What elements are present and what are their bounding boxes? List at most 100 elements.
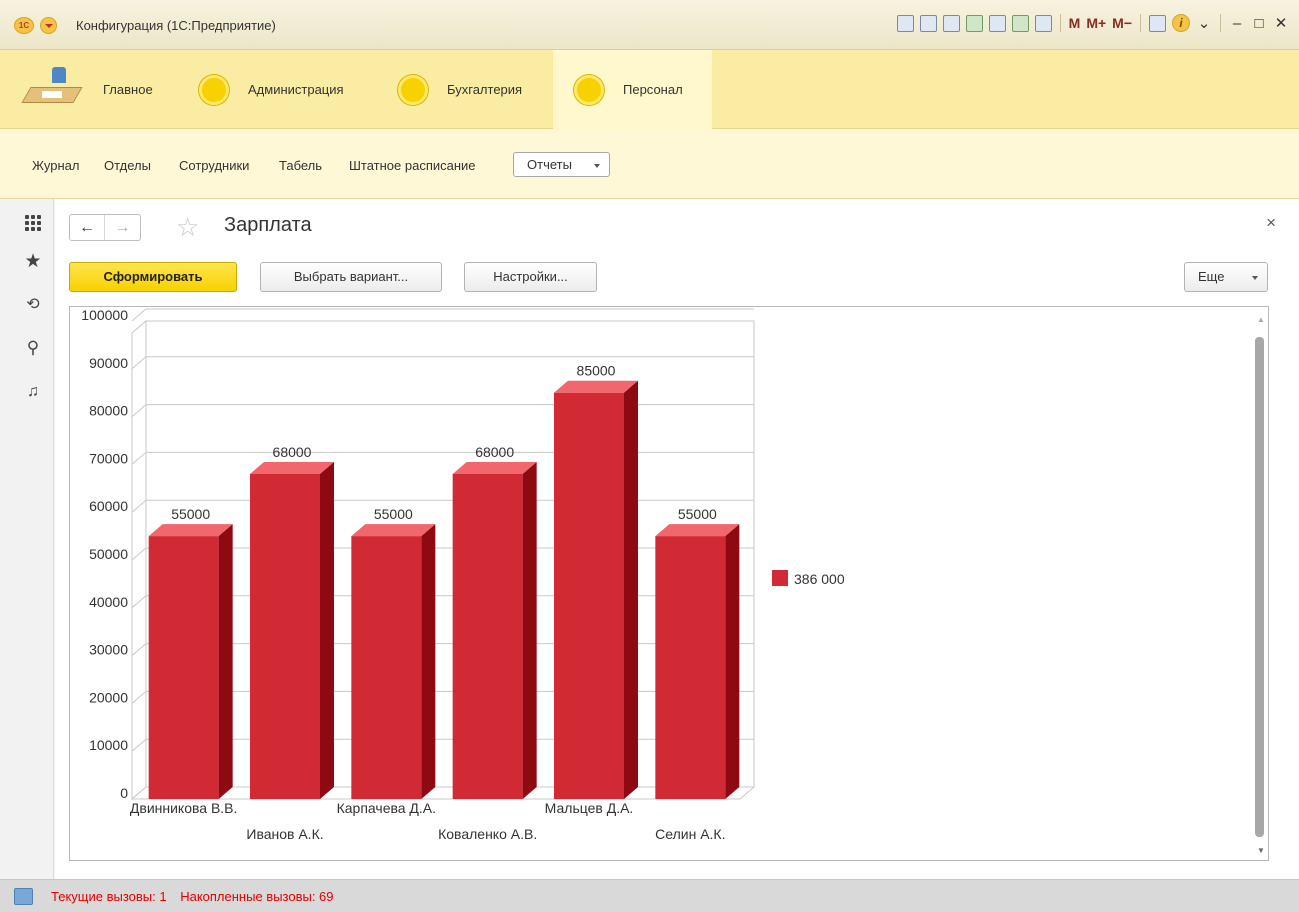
bar-side bbox=[522, 461, 537, 799]
main-menu-dropdown-icon[interactable] bbox=[40, 17, 57, 34]
y-tick-label: 0 bbox=[120, 785, 128, 801]
y-tick-label: 40000 bbox=[89, 594, 128, 610]
desk-icon bbox=[21, 65, 84, 115]
nav-departments-link[interactable]: Отделы bbox=[104, 158, 151, 173]
scroll-up-icon[interactable]: ▲ bbox=[1257, 315, 1265, 324]
back-button[interactable]: ← bbox=[70, 215, 106, 240]
chart-left-wall bbox=[131, 319, 147, 801]
form-title: Зарплата bbox=[224, 214, 312, 236]
history-icon[interactable]: ⟲ bbox=[23, 295, 43, 315]
more-actions-button[interactable]: Еще bbox=[1184, 262, 1268, 292]
y-tick-label: 90000 bbox=[89, 355, 128, 371]
bar-data-label: 68000 bbox=[273, 444, 312, 460]
upload-icon[interactable] bbox=[965, 14, 983, 32]
bar-side bbox=[421, 524, 436, 799]
bar-data-label: 85000 bbox=[577, 363, 616, 379]
y-tick-label: 60000 bbox=[89, 498, 128, 514]
y-tick-label: 10000 bbox=[89, 737, 128, 753]
memory-mminus-button[interactable]: M− bbox=[1112, 15, 1132, 31]
section-main[interactable]: Главное bbox=[21, 50, 184, 129]
nav-staffing-link[interactable]: Штатное расписание bbox=[349, 158, 476, 173]
x-category-label: Карпачева Д.А. bbox=[337, 800, 436, 816]
choose-variant-button[interactable]: Выбрать вариант... bbox=[260, 262, 442, 292]
info-icon[interactable]: i bbox=[1172, 14, 1190, 32]
y-tick-label: 70000 bbox=[89, 450, 128, 466]
favorite-star-icon[interactable]: ☆ bbox=[176, 213, 199, 241]
accumulated-calls-text: Накопленные вызовы: 69 bbox=[180, 889, 334, 904]
forward-button[interactable]: → bbox=[105, 215, 140, 240]
attach-icon[interactable] bbox=[988, 14, 1006, 32]
bar-top bbox=[554, 380, 638, 393]
nav-timesheet-link[interactable]: Табель bbox=[279, 158, 322, 173]
toolbar-separator bbox=[1140, 14, 1141, 32]
y-tick-label: 30000 bbox=[89, 642, 128, 658]
bar-data-label: 55000 bbox=[171, 506, 210, 522]
settings-button[interactable]: Настройки... bbox=[464, 262, 597, 292]
section-personnel[interactable]: Персонал bbox=[553, 50, 712, 129]
notifications-bell-icon[interactable]: ♫ bbox=[23, 382, 43, 402]
memory-mplus-button[interactable]: M+ bbox=[1086, 15, 1106, 31]
calculator-icon[interactable] bbox=[1011, 14, 1029, 32]
server-calls-status: Текущие вызовы: 1 Накопленные вызовы: 69 bbox=[51, 889, 334, 904]
favorites-star-icon[interactable]: ★ bbox=[23, 252, 43, 272]
panels-layout-icon[interactable] bbox=[1149, 14, 1166, 32]
y-tick-label: 20000 bbox=[89, 689, 128, 705]
history-nav: ← → bbox=[69, 214, 141, 241]
report-result-area[interactable]: 0 10000 20000 30000 40000 50000 60000 70000 8000… bbox=[69, 306, 1269, 861]
y-tick-label: 100000 bbox=[81, 307, 128, 323]
report-form: ← → ☆ Зарплата × Сформировать Выбрать ва… bbox=[55, 199, 1299, 879]
calendar-icon[interactable] bbox=[1034, 14, 1052, 32]
x-category-label: Двинникова В.В. bbox=[130, 800, 238, 816]
bar-top bbox=[148, 524, 233, 537]
memory-m-button[interactable]: M bbox=[1069, 15, 1081, 31]
status-bar: Текущие вызовы: 1 Накопленные вызовы: 69 bbox=[0, 879, 1299, 912]
minimize-button[interactable]: ‒ bbox=[1229, 15, 1245, 32]
bar-side bbox=[725, 524, 740, 799]
close-form-icon[interactable]: × bbox=[1266, 213, 1276, 233]
window-title: Конфигурация (1С:Предприятие) bbox=[76, 18, 276, 33]
section-accounting[interactable]: Бухгалтерия bbox=[398, 50, 548, 129]
section-label: Администрация bbox=[248, 82, 344, 97]
bar-front bbox=[452, 473, 523, 799]
legend-label: 386 000 bbox=[794, 571, 845, 587]
salary-bar-chart: 0 10000 20000 30000 40000 50000 60000 70000 8000… bbox=[81, 307, 845, 842]
app-logo-icon[interactable]: 1С bbox=[14, 17, 34, 34]
maximize-button[interactable]: □ bbox=[1251, 15, 1267, 32]
nav-journal-link[interactable]: Журнал bbox=[32, 158, 79, 173]
titlebar-toolbar: M M+ M− i ⌄ ‒ □ ✕ bbox=[896, 14, 1289, 32]
server-calls-icon[interactable] bbox=[14, 888, 33, 905]
close-window-button[interactable]: ✕ bbox=[1273, 14, 1289, 32]
y-tick-label: 50000 bbox=[89, 546, 128, 562]
x-category-label: Селин А.К. bbox=[655, 826, 725, 842]
section-circle-icon bbox=[574, 74, 604, 105]
bar-side bbox=[624, 380, 638, 799]
y-tick-label: 80000 bbox=[89, 403, 128, 419]
bar-front bbox=[250, 473, 320, 799]
info-dropdown-chevron-icon[interactable]: ⌄ bbox=[1196, 14, 1212, 32]
section-label: Главное bbox=[103, 82, 153, 97]
nav-employees-link[interactable]: Сотрудники bbox=[179, 158, 249, 173]
print-icon[interactable] bbox=[919, 14, 937, 32]
reports-dropdown-button[interactable]: Отчеты bbox=[513, 152, 610, 177]
preview-icon[interactable] bbox=[942, 14, 960, 32]
sections-panel: Главное Администрация Бухгалтерия Персон… bbox=[0, 50, 1299, 129]
section-circle-icon bbox=[199, 74, 229, 105]
bar-top bbox=[452, 461, 537, 474]
generate-button[interactable]: Сформировать bbox=[69, 262, 237, 292]
legend-swatch bbox=[772, 570, 788, 586]
vertical-scrollbar[interactable]: ▲ ▼ bbox=[1252, 307, 1268, 860]
x-category-label: Иванов А.К. bbox=[246, 826, 323, 842]
search-icon[interactable]: ⚲ bbox=[23, 338, 43, 358]
toolbar-separator bbox=[1220, 14, 1221, 32]
bar-front bbox=[554, 392, 624, 799]
x-category-label: Мальцев Д.А. bbox=[545, 800, 634, 816]
bar-side bbox=[218, 524, 233, 799]
scrollbar-thumb[interactable] bbox=[1255, 337, 1264, 837]
save-icon[interactable] bbox=[896, 14, 914, 32]
section-administration[interactable]: Администрация bbox=[199, 50, 379, 129]
bar-data-label: 55000 bbox=[678, 506, 717, 522]
bar-front bbox=[655, 536, 726, 799]
x-category-label: Коваленко А.В. bbox=[438, 826, 537, 842]
scroll-down-icon[interactable]: ▼ bbox=[1257, 846, 1265, 855]
apps-icon[interactable] bbox=[23, 213, 43, 233]
